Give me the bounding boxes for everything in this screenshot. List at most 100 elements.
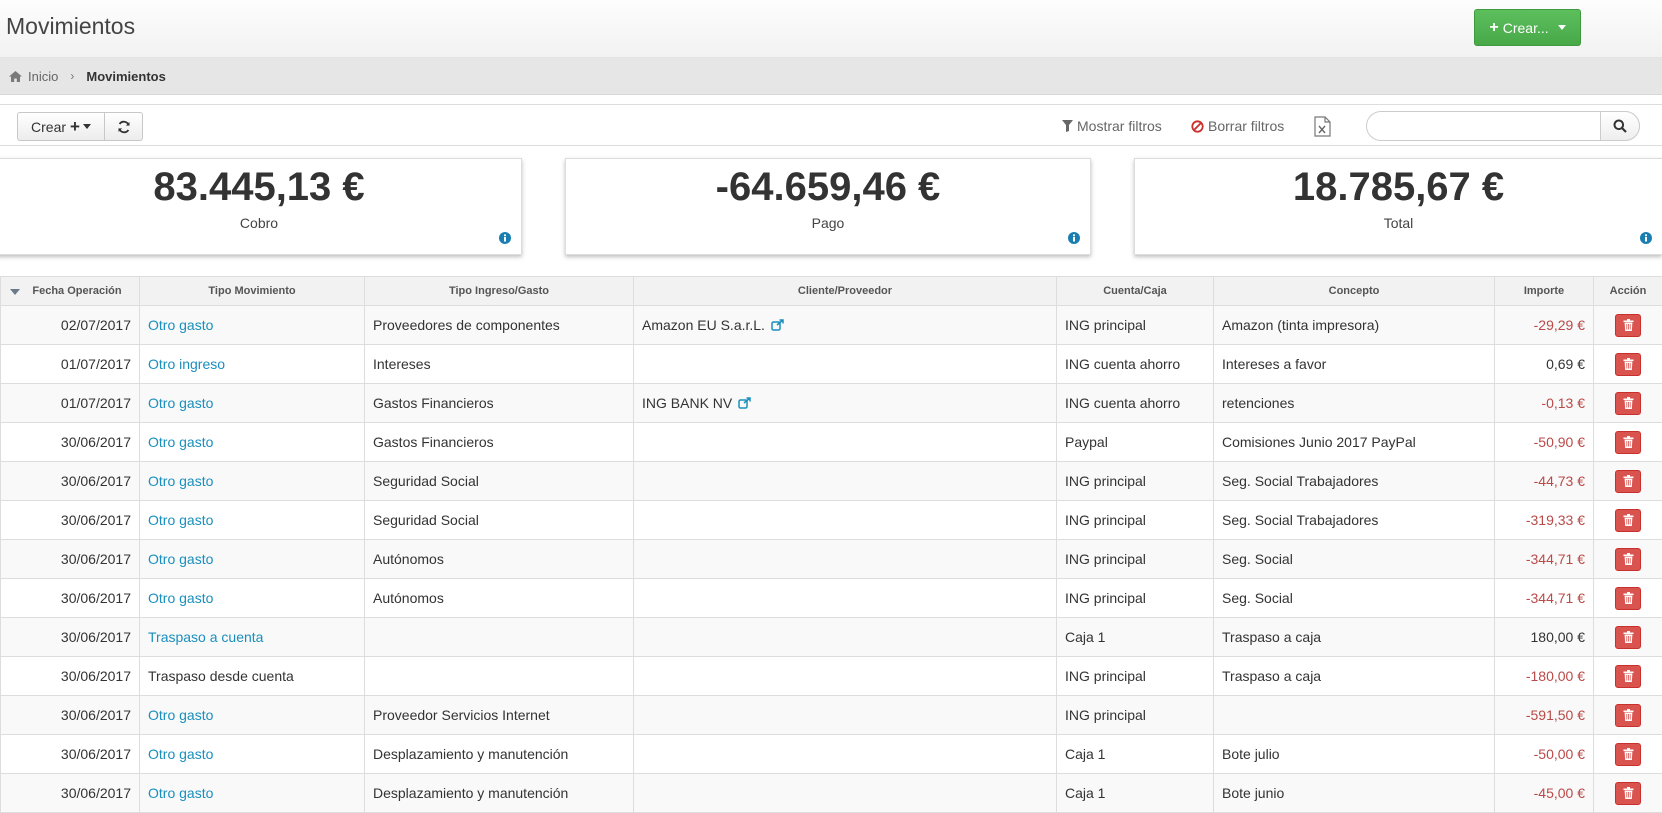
delete-button[interactable]: [1615, 665, 1641, 688]
cell-tipo-movimiento[interactable]: Otro gasto: [140, 735, 365, 774]
cell-accion: [1594, 384, 1662, 423]
cell-tipo-movimiento[interactable]: Otro gasto: [140, 306, 365, 345]
search-input[interactable]: [1366, 111, 1640, 141]
cell-accion: [1594, 306, 1662, 345]
cell-tipo-movimiento[interactable]: Otro gasto: [140, 696, 365, 735]
delete-button[interactable]: [1615, 704, 1641, 727]
cell-cuenta-caja: ING principal: [1057, 501, 1214, 540]
tipo-movimiento-link[interactable]: Otro gasto: [148, 551, 213, 567]
breadcrumb-home[interactable]: Inicio: [8, 69, 58, 84]
table-row: 30/06/2017Otro gastoSeguridad SocialING …: [1, 501, 1662, 540]
column-header-cliente-proveedor[interactable]: Cliente/Proveedor: [634, 277, 1057, 306]
column-header-tipo-ingreso-gasto[interactable]: Tipo Ingreso/Gasto: [365, 277, 634, 306]
delete-button[interactable]: [1615, 353, 1641, 376]
show-filters-label: Mostrar filtros: [1077, 118, 1162, 134]
tipo-movimiento-link[interactable]: Otro gasto: [148, 473, 213, 489]
cell-tipo-movimiento[interactable]: Otro gasto: [140, 462, 365, 501]
create-dropdown-button[interactable]: + Crear...: [1474, 9, 1581, 46]
delete-button[interactable]: [1615, 509, 1641, 532]
info-icon[interactable]: [1068, 232, 1080, 244]
tipo-movimiento-link[interactable]: Otro gasto: [148, 317, 213, 333]
cell-tipo-movimiento[interactable]: Otro gasto: [140, 774, 365, 813]
cell-tipo-ingreso-gasto: Gastos Financieros: [365, 384, 634, 423]
chevron-right-icon: ›: [70, 69, 74, 83]
tipo-movimiento-link[interactable]: Otro gasto: [148, 746, 213, 762]
cell-importe: -45,00 €: [1495, 774, 1594, 813]
refresh-icon: [117, 120, 131, 134]
tipo-movimiento-link[interactable]: Otro ingreso: [148, 356, 225, 372]
tipo-movimiento-link[interactable]: Otro gasto: [148, 395, 213, 411]
delete-button[interactable]: [1615, 548, 1641, 571]
cell-cliente-proveedor: [634, 540, 1057, 579]
cell-tipo-movimiento[interactable]: Otro gasto: [140, 579, 365, 618]
cell-tipo-movimiento[interactable]: Otro gasto: [140, 423, 365, 462]
cell-tipo-ingreso-gasto: Intereses: [365, 345, 634, 384]
delete-button[interactable]: [1615, 392, 1641, 415]
cell-cliente-proveedor: [634, 657, 1057, 696]
cell-tipo-movimiento[interactable]: Otro ingreso: [140, 345, 365, 384]
column-header-fecha[interactable]: Fecha Operación: [1, 277, 140, 306]
info-icon[interactable]: [499, 232, 511, 244]
tipo-movimiento-link[interactable]: Otro gasto: [148, 434, 213, 450]
delete-button[interactable]: [1615, 470, 1641, 493]
cell-importe: -50,90 €: [1495, 423, 1594, 462]
caret-down-icon: [83, 124, 91, 129]
cell-concepto: retenciones: [1214, 384, 1495, 423]
cell-tipo-movimiento[interactable]: Otro gasto: [140, 540, 365, 579]
delete-button[interactable]: [1615, 626, 1641, 649]
table-row: 30/06/2017Otro gastoAutónomosING princip…: [1, 579, 1662, 618]
cell-tipo-ingreso-gasto: Desplazamiento y manutención: [365, 774, 634, 813]
delete-button[interactable]: [1615, 743, 1641, 766]
cell-fecha: 30/06/2017: [1, 423, 140, 462]
filter-icon: [1062, 120, 1073, 132]
crear-button[interactable]: Crear +: [17, 112, 105, 141]
excel-export-icon[interactable]: [1314, 116, 1331, 137]
info-icon[interactable]: [1640, 232, 1652, 244]
summary-label: Cobro: [0, 215, 521, 231]
column-header-tipo-movimiento[interactable]: Tipo Movimiento: [140, 277, 365, 306]
clear-filters-link[interactable]: Borrar filtros: [1191, 118, 1284, 134]
cell-accion: [1594, 774, 1662, 813]
tipo-movimiento-link[interactable]: Otro gasto: [148, 785, 213, 801]
cliente-proveedor-name: Amazon EU S.a.r.L.: [642, 317, 765, 333]
tipo-movimiento-link[interactable]: Otro gasto: [148, 707, 213, 723]
column-header-importe[interactable]: Importe: [1495, 277, 1594, 306]
table-row: 30/06/2017Traspaso a cuentaCaja 1Traspas…: [1, 618, 1662, 657]
cell-accion: [1594, 696, 1662, 735]
cell-cliente-proveedor: [634, 735, 1057, 774]
cell-tipo-ingreso-gasto: Gastos Financieros: [365, 423, 634, 462]
trash-icon: [1623, 358, 1634, 370]
breadcrumb-home-label: Inicio: [28, 69, 58, 84]
column-header-concepto[interactable]: Concepto: [1214, 277, 1495, 306]
table-row: 30/06/2017Otro gastoSeguridad SocialING …: [1, 462, 1662, 501]
cell-importe: -50,00 €: [1495, 735, 1594, 774]
cell-tipo-movimiento[interactable]: Otro gasto: [140, 501, 365, 540]
cell-concepto: Traspaso a caja: [1214, 657, 1495, 696]
cell-fecha: 01/07/2017: [1, 345, 140, 384]
caret-down-icon: [1558, 25, 1566, 30]
refresh-button[interactable]: [105, 112, 143, 141]
column-header-cuenta-caja[interactable]: Cuenta/Caja: [1057, 277, 1214, 306]
cell-cuenta-caja: ING principal: [1057, 540, 1214, 579]
cell-cliente-proveedor: [634, 345, 1057, 384]
cell-tipo-movimiento[interactable]: Traspaso a cuenta: [140, 618, 365, 657]
show-filters-link[interactable]: Mostrar filtros: [1062, 118, 1162, 134]
cell-fecha: 02/07/2017: [1, 306, 140, 345]
search-button[interactable]: [1600, 111, 1640, 141]
delete-button[interactable]: [1615, 314, 1641, 337]
cell-tipo-ingreso-gasto: Proveedores de componentes: [365, 306, 634, 345]
external-link-icon[interactable]: [738, 397, 751, 409]
delete-button[interactable]: [1615, 431, 1641, 454]
cell-cuenta-caja: ING principal: [1057, 657, 1214, 696]
cell-tipo-ingreso-gasto: Proveedor Servicios Internet: [365, 696, 634, 735]
tipo-movimiento-link[interactable]: Traspaso a cuenta: [148, 629, 263, 645]
tipo-movimiento-link[interactable]: Otro gasto: [148, 512, 213, 528]
home-icon: [8, 70, 23, 83]
delete-button[interactable]: [1615, 587, 1641, 610]
delete-button[interactable]: [1615, 782, 1641, 805]
cell-fecha: 30/06/2017: [1, 735, 140, 774]
external-link-icon[interactable]: [771, 319, 784, 331]
tipo-movimiento-link[interactable]: Otro gasto: [148, 590, 213, 606]
cell-tipo-ingreso-gasto: Seguridad Social: [365, 462, 634, 501]
cell-tipo-movimiento[interactable]: Otro gasto: [140, 384, 365, 423]
